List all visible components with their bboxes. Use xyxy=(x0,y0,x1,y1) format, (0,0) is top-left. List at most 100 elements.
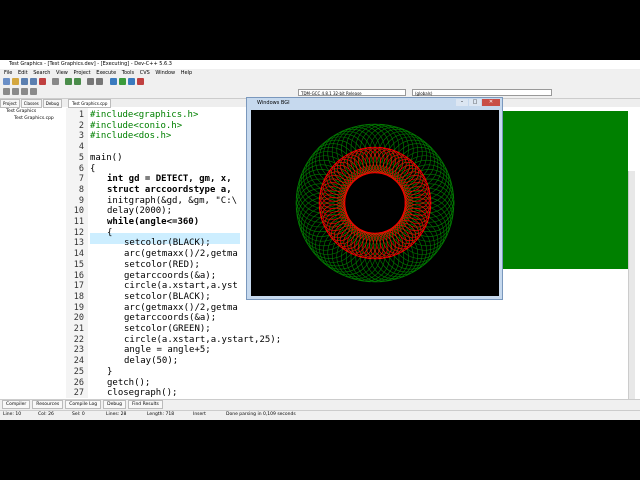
vertical-scrollbar[interactable] xyxy=(628,171,635,420)
close-button[interactable]: ✕ xyxy=(482,99,500,106)
tab-compiler[interactable]: Compiler xyxy=(2,400,31,409)
line-number: 6 xyxy=(78,163,84,174)
find-icon[interactable] xyxy=(87,78,94,85)
stop-icon[interactable] xyxy=(137,78,144,85)
line-number: 1 xyxy=(78,110,84,120)
insert-icon[interactable] xyxy=(12,88,19,95)
status-col: Col: 26 xyxy=(38,412,54,417)
green-graphics-window-behind xyxy=(498,111,628,269)
line-number: 18 xyxy=(73,291,84,302)
line-number: 16 xyxy=(73,270,84,281)
status-line: Line: 10 xyxy=(3,412,22,417)
line-number: 14 xyxy=(73,249,84,260)
status-message: Done parsing in 0,109 seconds xyxy=(226,412,296,417)
code-line: arc(getmaxx()/2,getma xyxy=(124,302,238,313)
line-number: 15 xyxy=(73,259,84,270)
windows-bgi-window: Windows BGI – □ ✕ xyxy=(246,97,503,300)
line-number: 7 xyxy=(78,174,84,185)
tab-find-results[interactable]: Find Results xyxy=(127,400,163,409)
line-number: 19 xyxy=(73,302,84,313)
menu-edit[interactable]: Edit xyxy=(18,69,28,77)
status-length: Length: 718 xyxy=(147,412,175,417)
tree-item-project[interactable]: Test Graphics xyxy=(6,109,36,114)
new-file-icon[interactable] xyxy=(3,78,10,85)
menu-execute[interactable]: Execute xyxy=(96,69,116,77)
maximize-button[interactable]: □ xyxy=(469,99,481,106)
menu-tools[interactable]: Tools xyxy=(122,69,134,77)
tab-classes[interactable]: Classes xyxy=(20,99,42,108)
goto-bookmark-icon[interactable] xyxy=(30,88,37,95)
code-line: setcolor(RED); xyxy=(124,259,200,270)
code-line: setcolor(GREEN); xyxy=(124,324,211,334)
line-number: 25 xyxy=(73,366,84,377)
code-line: main() xyxy=(90,152,123,163)
redo-icon[interactable] xyxy=(74,78,81,85)
save-icon[interactable] xyxy=(21,78,28,85)
line-number: 24 xyxy=(73,356,84,367)
tab-project[interactable]: Project xyxy=(0,99,20,108)
code-line: #include<conio.h> xyxy=(90,120,183,131)
tab-compile-log[interactable]: Compile Log xyxy=(65,400,102,409)
line-number-gutter: 1 2 3 4 5 6 7 8 9 10 11 12 13 14 15 16 17 18 19 20 21 22 23 24 2… xyxy=(66,108,88,409)
print-icon[interactable] xyxy=(52,78,59,85)
toggle-bookmark-icon[interactable] xyxy=(21,88,28,95)
menu-project[interactable]: Project xyxy=(74,69,91,77)
replace-icon[interactable] xyxy=(96,78,103,85)
tab-debug[interactable]: Debug xyxy=(42,99,62,108)
line-number: 21 xyxy=(73,324,84,334)
code-line: struct arccoordstype a, xyxy=(107,184,232,195)
line-number: 27 xyxy=(73,388,84,399)
code-line: setcolor(BLACK); xyxy=(124,291,211,302)
code-line: angle = angle+5; xyxy=(124,345,211,356)
line-number: 26 xyxy=(73,377,84,388)
code-line: arc(getmaxx()/2,getma xyxy=(124,249,238,260)
project-panel: Project Classes Debug Test Graphics Test G… xyxy=(0,99,67,399)
tab-test-graphics-cpp[interactable]: Test Graphics.cpp xyxy=(68,99,112,108)
project-panel-tabs: Project Classes Debug xyxy=(0,99,66,108)
bottom-panel-tabs: Compiler Resources Compile Log Debug Find Re… xyxy=(0,399,640,410)
menu-cvs[interactable]: CVS xyxy=(140,69,150,77)
minimize-button[interactable]: – xyxy=(456,99,468,106)
line-number: 22 xyxy=(73,334,84,345)
menu-window[interactable]: Window xyxy=(155,69,175,77)
code-line: } xyxy=(107,366,113,377)
code-line: circle(a.xstart,a.ystart,25); xyxy=(124,334,282,345)
save-all-icon[interactable] xyxy=(30,78,37,85)
tree-item-file[interactable]: Test Graphics.cpp xyxy=(14,116,54,121)
tab-debug-bottom[interactable]: Debug xyxy=(103,400,126,409)
code-line: { xyxy=(107,227,113,238)
menu-help[interactable]: Help xyxy=(181,69,192,77)
line-number: 13 xyxy=(73,238,84,249)
line-number: 20 xyxy=(73,313,84,324)
graphics-canvas xyxy=(251,110,499,296)
code-line: #include<graphics.h> xyxy=(90,110,199,120)
menu-search[interactable]: Search xyxy=(33,69,50,77)
menu-file[interactable]: File xyxy=(4,69,12,77)
code-line: closegraph(); xyxy=(107,388,178,399)
line-number: 4 xyxy=(78,142,84,153)
window-title: Test Graphics - [Test Graphics.dev] - [E… xyxy=(9,61,172,67)
code-line: delay(50); xyxy=(124,356,179,367)
line-number: 2 xyxy=(78,120,84,131)
status-mode: Insert xyxy=(193,412,206,417)
line-number: 12 xyxy=(73,227,84,238)
scope-select[interactable]: (globals) xyxy=(412,89,552,96)
tab-resources[interactable]: Resources xyxy=(32,400,64,409)
main-toolbar xyxy=(0,77,640,87)
open-file-icon[interactable] xyxy=(12,78,19,85)
winbgi-title: Windows BGI xyxy=(257,100,290,106)
status-bar: Line: 10 Col: 26 Sel: 0 Lines: 28 Length… xyxy=(0,410,640,420)
new-project-icon[interactable] xyxy=(3,88,10,95)
menu-bar: File Edit Search View Project Execute To… xyxy=(0,69,640,77)
compile-icon[interactable] xyxy=(110,78,117,85)
run-icon[interactable] xyxy=(119,78,126,85)
code-line: #include<dos.h> xyxy=(90,131,172,142)
line-number: 10 xyxy=(73,206,84,217)
close-icon[interactable] xyxy=(39,78,46,85)
menu-view[interactable]: View xyxy=(56,69,68,77)
undo-icon[interactable] xyxy=(65,78,72,85)
line-number: 17 xyxy=(73,281,84,292)
compiler-select[interactable]: TDM-GCC 4.8.1 32-bit Release xyxy=(298,89,406,96)
code-line: setcolor(BLACK); xyxy=(124,238,211,249)
compile-run-icon[interactable] xyxy=(128,78,135,85)
